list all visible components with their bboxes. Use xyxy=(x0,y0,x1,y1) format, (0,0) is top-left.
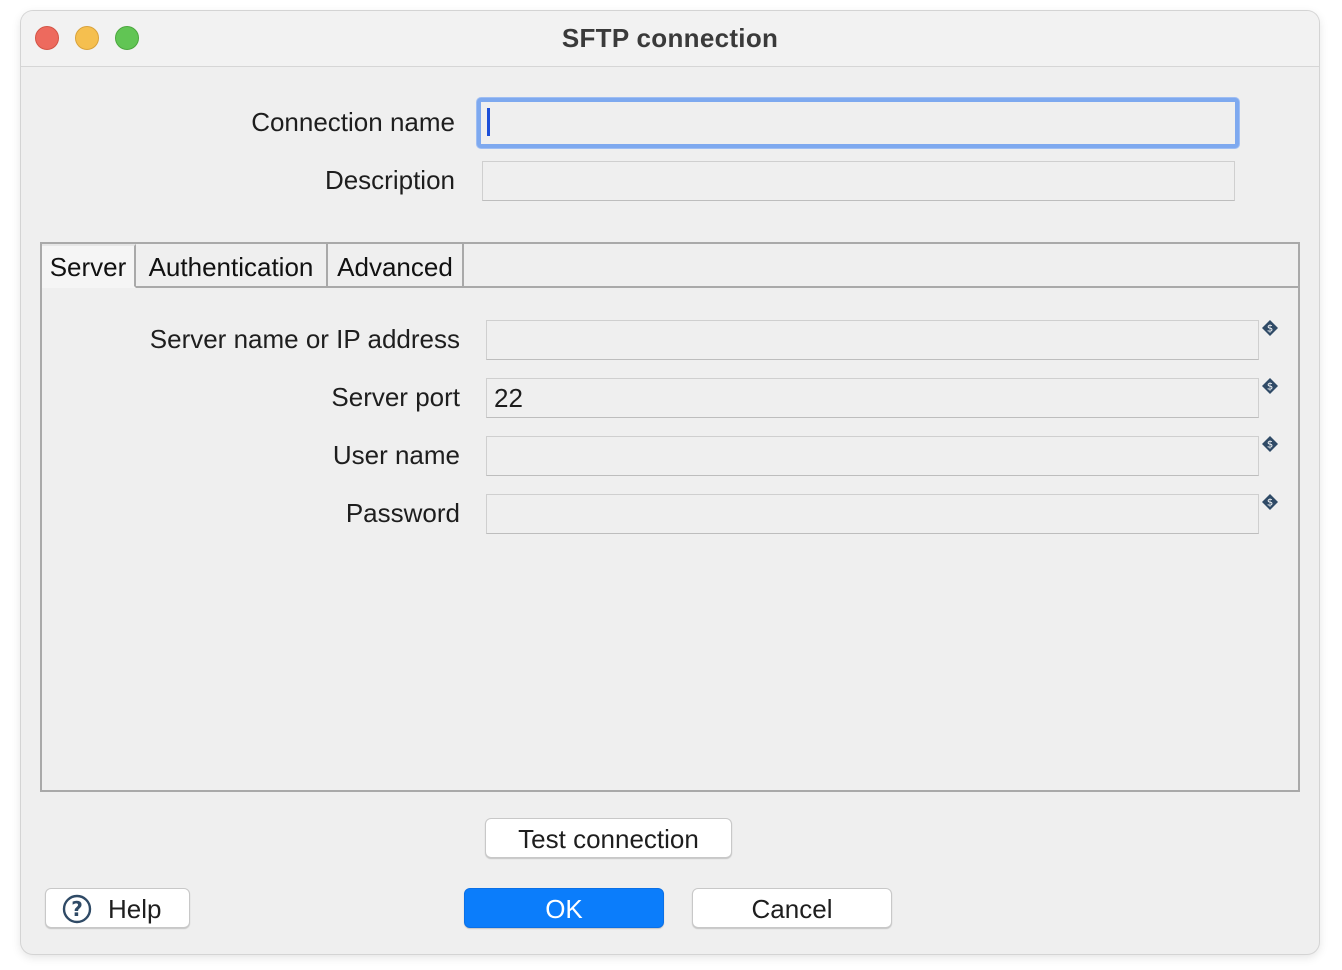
password-label: Password xyxy=(345,498,460,528)
help-button-label: Help xyxy=(108,894,162,924)
server-port-input[interactable]: 22 xyxy=(486,378,1259,418)
help-button[interactable]: ? Help xyxy=(45,888,190,928)
user-name-label: User name xyxy=(332,440,460,470)
tab-server[interactable]: Server xyxy=(42,244,136,288)
ok-button[interactable]: OK xyxy=(464,888,664,928)
window-title: SFTP connection xyxy=(561,23,779,53)
sftp-connection-dialog: SFTP connection Connection name Descript… xyxy=(21,11,1319,954)
cancel-button[interactable]: Cancel xyxy=(692,888,892,928)
svg-text:$: $ xyxy=(1267,382,1273,393)
description-input[interactable] xyxy=(482,161,1235,201)
server-host-input[interactable] xyxy=(486,320,1259,360)
variable-dollar-icon[interactable]: $ xyxy=(1261,435,1279,453)
password-input[interactable] xyxy=(486,494,1259,534)
variable-dollar-icon[interactable]: $ xyxy=(1261,377,1279,395)
test-connection-button[interactable]: Test connection xyxy=(485,818,732,858)
connection-name-input[interactable] xyxy=(477,98,1239,148)
svg-text:$: $ xyxy=(1267,324,1273,335)
tab-authentication[interactable]: Authentication xyxy=(136,244,328,286)
svg-text:?: ? xyxy=(71,897,83,921)
server-host-label: Server name or IP address xyxy=(149,324,460,354)
user-name-input[interactable] xyxy=(486,436,1259,476)
variable-dollar-icon[interactable]: $ xyxy=(1261,493,1279,511)
svg-text:$: $ xyxy=(1267,440,1273,451)
tab-advanced[interactable]: Advanced xyxy=(328,244,464,286)
settings-tab-panel: Server Authentication Advanced Server na… xyxy=(40,242,1300,792)
title-bar: SFTP connection xyxy=(21,11,1319,67)
svg-text:$: $ xyxy=(1267,498,1273,509)
server-port-label: Server port xyxy=(331,382,460,412)
tab-strip: Server Authentication Advanced xyxy=(42,244,1298,288)
variable-dollar-icon[interactable]: $ xyxy=(1261,319,1279,337)
server-port-value: 22 xyxy=(494,383,523,413)
description-label: Description xyxy=(324,165,455,195)
help-question-icon: ? xyxy=(62,894,92,924)
connection-name-label: Connection name xyxy=(251,107,455,137)
text-caret xyxy=(487,108,490,136)
